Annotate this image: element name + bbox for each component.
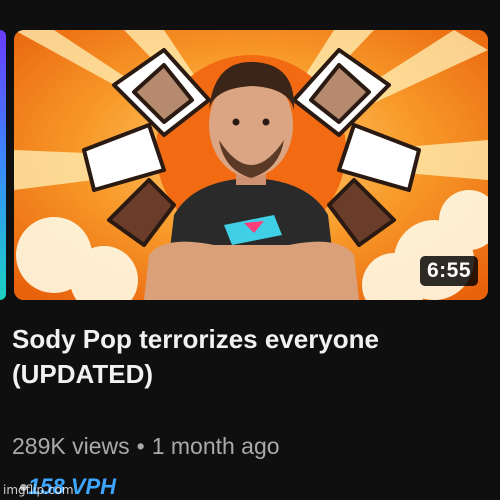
view-count: 289K views [12, 433, 130, 459]
duration-badge: 6:55 [419, 256, 478, 286]
video-card[interactable]: 6:55 Sody Pop terrorizes everyone (UPDAT… [0, 0, 500, 500]
video-thumbnail[interactable]: 6:55 [14, 30, 488, 300]
meta-separator: • [136, 433, 145, 459]
upload-age: 1 month ago [151, 433, 280, 459]
video-title[interactable]: Sody Pop terrorizes everyone (UPDATED) [12, 322, 482, 392]
thumbnail-artwork [14, 30, 488, 300]
video-metadata: 289K views • 1 month ago [12, 432, 280, 460]
watermark-text: imgflip.com [3, 483, 74, 497]
adjacent-thumbnail-edge [0, 30, 6, 300]
